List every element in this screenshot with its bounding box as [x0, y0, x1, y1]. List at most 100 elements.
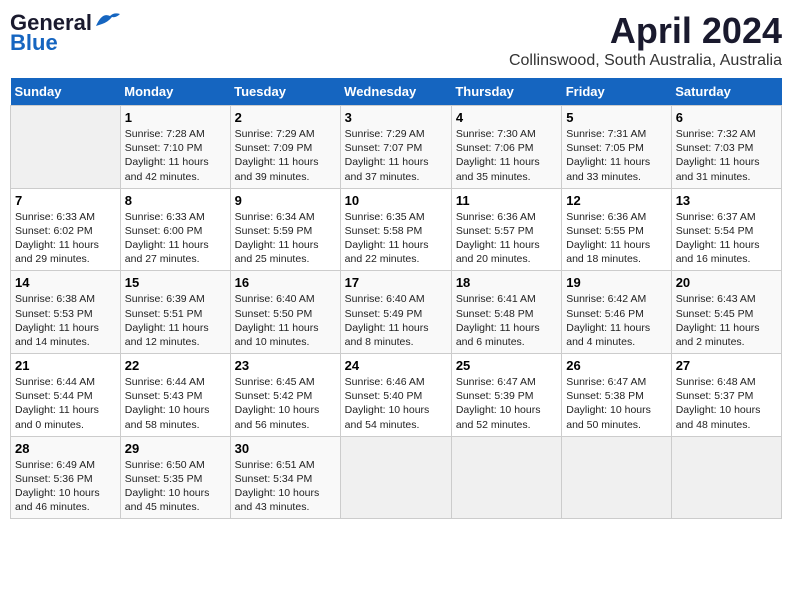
calendar-cell: 24 Sunrise: 6:46 AM Sunset: 5:40 PM Dayli…: [340, 354, 451, 437]
day-info: Sunrise: 6:41 AM Sunset: 5:48 PM Dayligh…: [456, 292, 557, 349]
day-number: 8: [125, 193, 226, 208]
header-row: SundayMondayTuesdayWednesdayThursdayFrid…: [11, 78, 782, 106]
day-number: 27: [676, 358, 777, 373]
calendar-cell: 1 Sunrise: 7:28 AM Sunset: 7:10 PM Daylig…: [120, 106, 230, 189]
day-info: Sunrise: 6:43 AM Sunset: 5:45 PM Dayligh…: [676, 292, 777, 349]
day-info: Sunrise: 6:50 AM Sunset: 5:35 PM Dayligh…: [125, 458, 226, 515]
calendar-cell: 13 Sunrise: 6:37 AM Sunset: 5:54 PM Dayli…: [671, 188, 781, 271]
calendar-cell: 30Sunrise: 6:51 AM Sunset: 5:34 PM Dayli…: [230, 436, 340, 519]
calendar-cell: [671, 436, 781, 519]
day-number: 21: [15, 358, 116, 373]
day-info: Sunrise: 6:44 AM Sunset: 5:44 PM Dayligh…: [15, 375, 116, 432]
day-number: 19: [566, 275, 666, 290]
calendar-cell: 28Sunrise: 6:49 AM Sunset: 5:36 PM Dayli…: [11, 436, 121, 519]
day-number: 25: [456, 358, 557, 373]
location-subtitle: Collinswood, South Australia, Australia: [509, 52, 782, 70]
day-number: 13: [676, 193, 777, 208]
calendar-week-3: 14 Sunrise: 6:38 AM Sunset: 5:53 PM Dayli…: [11, 271, 782, 354]
day-info: Sunrise: 6:44 AM Sunset: 5:43 PM Dayligh…: [125, 375, 226, 432]
calendar-cell: 21 Sunrise: 6:44 AM Sunset: 5:44 PM Dayli…: [11, 354, 121, 437]
calendar-cell: 11 Sunrise: 6:36 AM Sunset: 5:57 PM Dayli…: [451, 188, 561, 271]
header-day-sunday: Sunday: [11, 78, 121, 106]
calendar-cell: 6Sunrise: 7:32 AM Sunset: 7:03 PM Daylig…: [671, 106, 781, 189]
day-number: 23: [235, 358, 336, 373]
day-number: 4: [456, 110, 557, 125]
day-info: Sunrise: 7:28 AM Sunset: 7:10 PM Dayligh…: [125, 127, 226, 184]
calendar-cell: [340, 436, 451, 519]
calendar-cell: 8 Sunrise: 6:33 AM Sunset: 6:00 PM Daylig…: [120, 188, 230, 271]
calendar-cell: 4 Sunrise: 7:30 AM Sunset: 7:06 PM Daylig…: [451, 106, 561, 189]
calendar-header: SundayMondayTuesdayWednesdayThursdayFrid…: [11, 78, 782, 106]
calendar-cell: 7 Sunrise: 6:33 AM Sunset: 6:02 PM Daylig…: [11, 188, 121, 271]
calendar-cell: 18 Sunrise: 6:41 AM Sunset: 5:48 PM Dayli…: [451, 271, 561, 354]
header-day-tuesday: Tuesday: [230, 78, 340, 106]
header-day-friday: Friday: [562, 78, 671, 106]
calendar-cell: 15Sunrise: 6:39 AM Sunset: 5:51 PM Dayli…: [120, 271, 230, 354]
day-number: 16: [235, 275, 336, 290]
day-number: 12: [566, 193, 666, 208]
day-info: Sunrise: 7:32 AM Sunset: 7:03 PM Dayligh…: [676, 127, 777, 184]
calendar-week-4: 21 Sunrise: 6:44 AM Sunset: 5:44 PM Dayli…: [11, 354, 782, 437]
calendar-cell: 17 Sunrise: 6:40 AM Sunset: 5:49 PM Dayli…: [340, 271, 451, 354]
header-day-saturday: Saturday: [671, 78, 781, 106]
day-number: 14: [15, 275, 116, 290]
calendar-cell: 29 Sunrise: 6:50 AM Sunset: 5:35 PM Dayli…: [120, 436, 230, 519]
day-info: Sunrise: 6:45 AM Sunset: 5:42 PM Dayligh…: [235, 375, 336, 432]
day-number: 2: [235, 110, 336, 125]
header-day-thursday: Thursday: [451, 78, 561, 106]
calendar-week-5: 28Sunrise: 6:49 AM Sunset: 5:36 PM Dayli…: [11, 436, 782, 519]
day-number: 10: [345, 193, 447, 208]
day-info: Sunrise: 6:37 AM Sunset: 5:54 PM Dayligh…: [676, 210, 777, 267]
calendar-cell: [562, 436, 671, 519]
calendar-cell: 12Sunrise: 6:36 AM Sunset: 5:55 PM Dayli…: [562, 188, 671, 271]
day-info: Sunrise: 6:40 AM Sunset: 5:49 PM Dayligh…: [345, 292, 447, 349]
calendar-cell: 27 Sunrise: 6:48 AM Sunset: 5:37 PM Dayli…: [671, 354, 781, 437]
day-info: Sunrise: 6:35 AM Sunset: 5:58 PM Dayligh…: [345, 210, 447, 267]
day-info: Sunrise: 6:46 AM Sunset: 5:40 PM Dayligh…: [345, 375, 447, 432]
calendar-cell: [451, 436, 561, 519]
header-day-wednesday: Wednesday: [340, 78, 451, 106]
calendar-cell: 14 Sunrise: 6:38 AM Sunset: 5:53 PM Dayli…: [11, 271, 121, 354]
calendar-cell: 2 Sunrise: 7:29 AM Sunset: 7:09 PM Daylig…: [230, 106, 340, 189]
calendar-week-2: 7 Sunrise: 6:33 AM Sunset: 6:02 PM Daylig…: [11, 188, 782, 271]
logo-blue: Blue: [10, 30, 58, 56]
calendar-cell: 23 Sunrise: 6:45 AM Sunset: 5:42 PM Dayli…: [230, 354, 340, 437]
calendar-cell: 5Sunrise: 7:31 AM Sunset: 7:05 PM Daylig…: [562, 106, 671, 189]
day-number: 17: [345, 275, 447, 290]
day-info: Sunrise: 6:33 AM Sunset: 6:02 PM Dayligh…: [15, 210, 116, 267]
calendar-cell: 20 Sunrise: 6:43 AM Sunset: 5:45 PM Dayli…: [671, 271, 781, 354]
day-number: 11: [456, 193, 557, 208]
day-info: Sunrise: 7:30 AM Sunset: 7:06 PM Dayligh…: [456, 127, 557, 184]
day-number: 18: [456, 275, 557, 290]
day-number: 22: [125, 358, 226, 373]
day-number: 15: [125, 275, 226, 290]
day-info: Sunrise: 6:48 AM Sunset: 5:37 PM Dayligh…: [676, 375, 777, 432]
calendar-cell: 16Sunrise: 6:40 AM Sunset: 5:50 PM Dayli…: [230, 271, 340, 354]
calendar-cell: 26 Sunrise: 6:47 AM Sunset: 5:38 PM Dayli…: [562, 354, 671, 437]
month-title: April 2024: [509, 10, 782, 52]
day-info: Sunrise: 6:51 AM Sunset: 5:34 PM Dayligh…: [235, 458, 336, 515]
day-info: Sunrise: 6:47 AM Sunset: 5:38 PM Dayligh…: [566, 375, 666, 432]
title-area: April 2024 Collinswood, South Australia,…: [509, 10, 782, 70]
calendar-body: 1 Sunrise: 7:28 AM Sunset: 7:10 PM Daylig…: [11, 106, 782, 519]
day-info: Sunrise: 6:38 AM Sunset: 5:53 PM Dayligh…: [15, 292, 116, 349]
day-info: Sunrise: 6:36 AM Sunset: 5:57 PM Dayligh…: [456, 210, 557, 267]
calendar-table: SundayMondayTuesdayWednesdayThursdayFrid…: [10, 78, 782, 519]
calendar-cell: 10 Sunrise: 6:35 AM Sunset: 5:58 PM Dayli…: [340, 188, 451, 271]
day-number: 24: [345, 358, 447, 373]
day-info: Sunrise: 6:42 AM Sunset: 5:46 PM Dayligh…: [566, 292, 666, 349]
calendar-cell: 19 Sunrise: 6:42 AM Sunset: 5:46 PM Dayli…: [562, 271, 671, 354]
day-number: 1: [125, 110, 226, 125]
day-info: Sunrise: 6:47 AM Sunset: 5:39 PM Dayligh…: [456, 375, 557, 432]
day-info: Sunrise: 6:49 AM Sunset: 5:36 PM Dayligh…: [15, 458, 116, 515]
day-number: 7: [15, 193, 116, 208]
calendar-cell: 22 Sunrise: 6:44 AM Sunset: 5:43 PM Dayli…: [120, 354, 230, 437]
day-info: Sunrise: 7:29 AM Sunset: 7:09 PM Dayligh…: [235, 127, 336, 184]
day-info: Sunrise: 6:34 AM Sunset: 5:59 PM Dayligh…: [235, 210, 336, 267]
day-number: 26: [566, 358, 666, 373]
calendar-week-1: 1 Sunrise: 7:28 AM Sunset: 7:10 PM Daylig…: [11, 106, 782, 189]
calendar-cell: 3Sunrise: 7:29 AM Sunset: 7:07 PM Daylig…: [340, 106, 451, 189]
day-number: 20: [676, 275, 777, 290]
day-number: 29: [125, 441, 226, 456]
day-info: Sunrise: 6:33 AM Sunset: 6:00 PM Dayligh…: [125, 210, 226, 267]
